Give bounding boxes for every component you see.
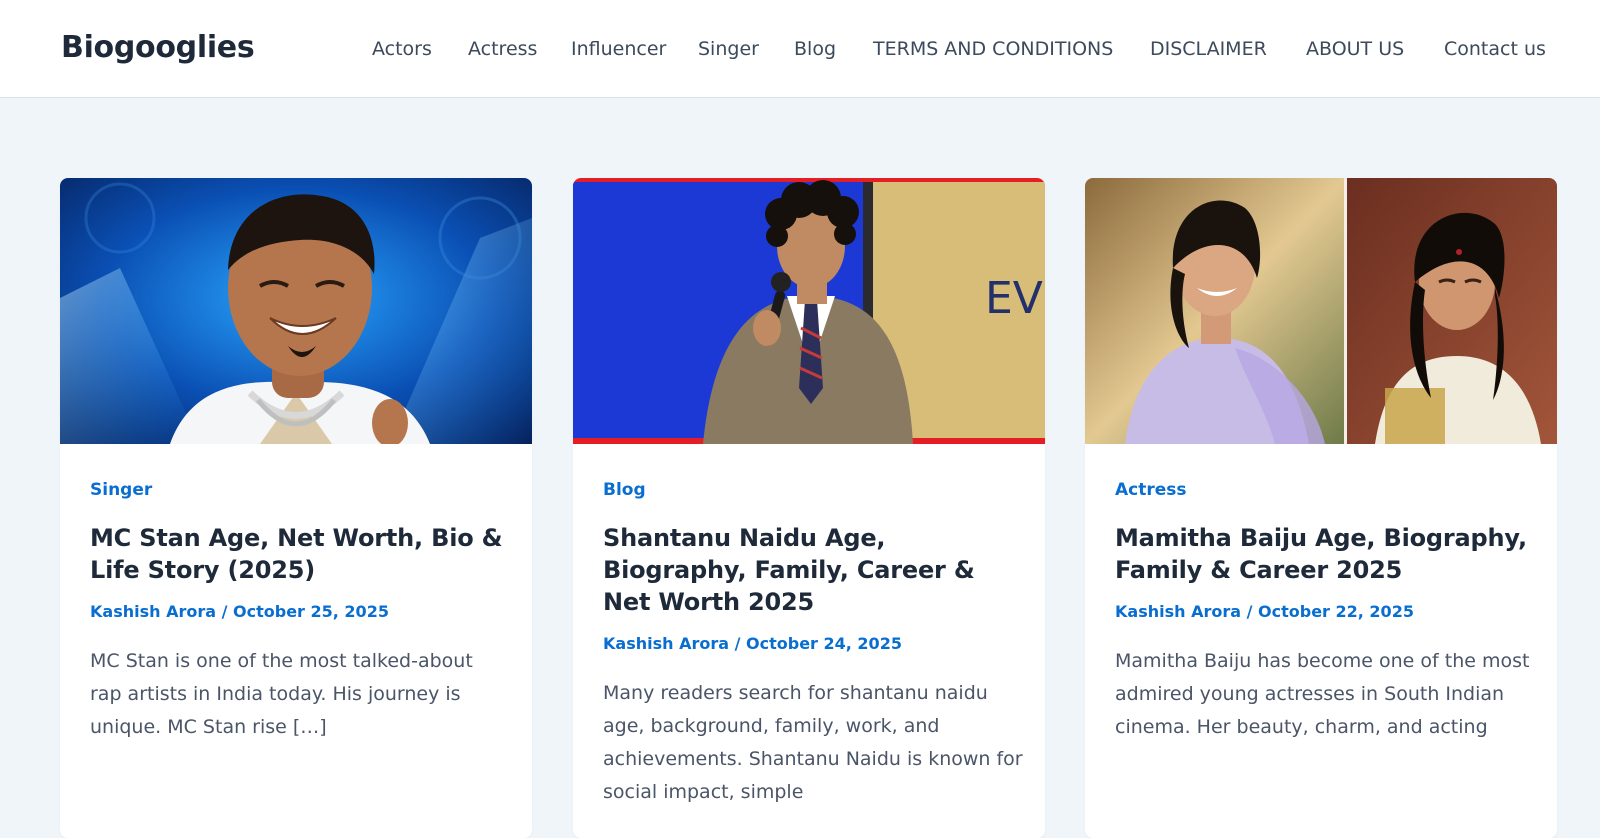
- post-category-link[interactable]: Blog: [603, 478, 1023, 502]
- meta-separator: /: [729, 634, 747, 653]
- backdrop-text: EV: [985, 273, 1043, 324]
- site-header: Biogooglies Actors Actress Influencer Si…: [0, 0, 1600, 98]
- post-excerpt: MC Stan is one of the most talked-about …: [90, 650, 473, 738]
- post-date: October 25, 2025: [233, 602, 389, 621]
- portrait-image: [1085, 178, 1557, 444]
- post-category-link[interactable]: Actress: [1115, 478, 1535, 502]
- post-date: October 22, 2025: [1258, 602, 1414, 621]
- nav-item-blog[interactable]: Blog: [794, 36, 836, 62]
- nav-item-disclaimer[interactable]: DISCLAIMER: [1150, 36, 1267, 62]
- nav-item-terms[interactable]: TERMS AND CONDITIONS: [873, 36, 1113, 62]
- post-card-body: Actress Mamitha Baiju Age, Biography, Fa…: [1115, 478, 1535, 744]
- post-excerpt: Mamitha Baiju has become one of the most…: [1115, 650, 1530, 738]
- nav-item-actress[interactable]: Actress: [468, 36, 537, 62]
- post-title-link[interactable]: Mamitha Baiju Age, Biography, Family & C…: [1115, 522, 1535, 586]
- post-card: Singer MC Stan Age, Net Worth, Bio & Lif…: [60, 178, 532, 838]
- portrait-image: EV: [573, 178, 1045, 444]
- nav-item-singer[interactable]: Singer: [698, 36, 759, 62]
- post-author-link[interactable]: Kashish Arora: [1115, 602, 1241, 621]
- post-thumbnail-mamitha-baiju[interactable]: [1085, 178, 1557, 444]
- post-thumbnail-shantanu-naidu[interactable]: EV: [573, 178, 1045, 444]
- post-title-link[interactable]: MC Stan Age, Net Worth, Bio & Life Story…: [90, 522, 510, 586]
- nav-item-about[interactable]: ABOUT US: [1306, 36, 1404, 62]
- post-card-body: Blog Shantanu Naidu Age, Biography, Fami…: [603, 478, 1023, 809]
- post-author-link[interactable]: Kashish Arora: [603, 634, 729, 653]
- post-card: Actress Mamitha Baiju Age, Biography, Fa…: [1085, 178, 1557, 838]
- post-thumbnail-mc-stan[interactable]: [60, 178, 532, 444]
- portrait-image: [60, 178, 532, 444]
- post-meta: Kashish Arora / October 25, 2025: [90, 601, 510, 623]
- post-category-link[interactable]: Singer: [90, 478, 510, 502]
- post-title-link[interactable]: Shantanu Naidu Age, Biography, Family, C…: [603, 522, 1023, 618]
- post-date: October 24, 2025: [746, 634, 902, 653]
- meta-separator: /: [1241, 602, 1259, 621]
- post-meta: Kashish Arora / October 24, 2025: [603, 633, 1023, 655]
- nav-item-influencer[interactable]: Influencer: [571, 36, 666, 62]
- post-author-link[interactable]: Kashish Arora: [90, 602, 216, 621]
- meta-separator: /: [216, 602, 234, 621]
- post-card: EV Blog Shantanu Naidu Age, Biography, F…: [573, 178, 1045, 838]
- post-card-body: Singer MC Stan Age, Net Worth, Bio & Lif…: [90, 478, 510, 744]
- main-nav: Actors Actress Influencer Singer Blog TE…: [0, 36, 1600, 62]
- post-meta: Kashish Arora / October 22, 2025: [1115, 601, 1535, 623]
- nav-item-actors[interactable]: Actors: [372, 36, 432, 62]
- nav-item-contact[interactable]: Contact us: [1444, 36, 1546, 62]
- post-excerpt: Many readers search for shantanu naidu a…: [603, 682, 1023, 803]
